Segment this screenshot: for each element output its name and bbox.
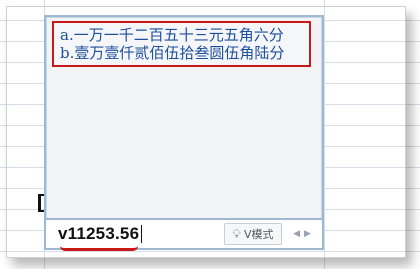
- candidate-key: a.: [60, 26, 74, 44]
- triangle-left-icon[interactable]: ◀: [293, 229, 300, 239]
- candidate-text: 一万一千二百五十三元五角六分: [73, 26, 284, 44]
- ime-candidate-window: a.一万一千二百五十三元五角六分 b.壹万壹仟贰佰伍拾叁圆伍角陆分 v11253…: [44, 15, 324, 251]
- ime-input-bar: v11253.56 💡︎ V模式 ◀ ▶: [46, 218, 322, 251]
- page-nav: ◀ ▶: [288, 223, 316, 245]
- v-mode-button[interactable]: 💡︎ V模式: [224, 223, 282, 245]
- candidate-key: b.: [60, 44, 75, 62]
- candidate-list: a.一万一千二百五十三元五角六分 b.壹万壹仟贰佰伍拾叁圆伍角陆分: [52, 21, 311, 67]
- mode-label: V模式: [243, 228, 274, 241]
- triangle-right-icon[interactable]: ▶: [304, 229, 311, 239]
- column-divider: [324, 0, 325, 269]
- candidate-text: 壹万壹仟贰佰伍拾叁圆伍角陆分: [74, 44, 285, 62]
- red-underline-annotation: [60, 246, 138, 251]
- candidate-option-b[interactable]: b.壹万壹仟贰佰伍拾叁圆伍角陆分: [60, 44, 303, 62]
- candidate-option-a[interactable]: a.一万一千二百五十三元五角六分: [60, 26, 303, 44]
- lightbulb-icon: 💡︎: [232, 226, 241, 241]
- text-caret: [141, 225, 142, 243]
- composition-input[interactable]: v11253.56: [58, 224, 139, 244]
